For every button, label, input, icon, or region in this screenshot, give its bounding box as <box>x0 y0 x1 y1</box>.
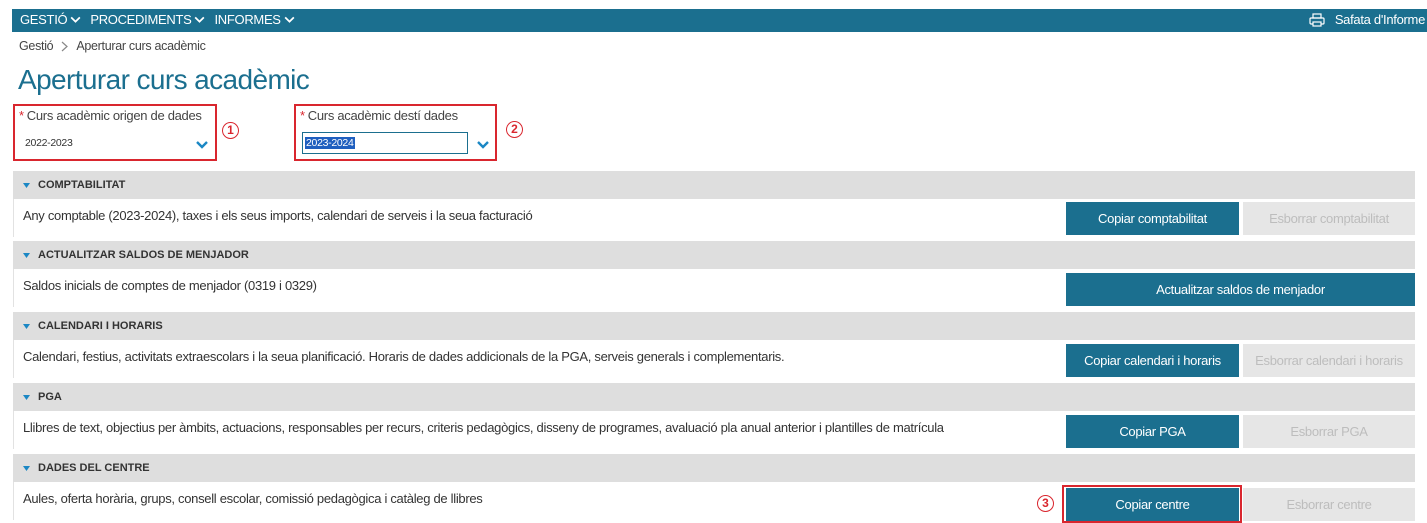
copy-centre-button[interactable]: Copiar centre <box>1066 488 1239 521</box>
menu-gestio[interactable]: GESTIÓ <box>20 12 82 27</box>
page-title: Aperturar curs acadèmic <box>18 64 310 95</box>
section-header-pga[interactable]: PGA <box>13 383 1415 411</box>
menu-procediments-label: PROCEDIMENTS <box>90 12 192 27</box>
section-title: ACTUALITZAR SALDOS DE MENJADOR <box>38 249 249 261</box>
menu-informes-label: INFORMES <box>214 12 281 27</box>
section-header-calendari-horaris[interactable]: CALENDARI I HORARIS <box>13 312 1415 340</box>
section-header-saldos-menjador[interactable]: ACTUALITZAR SALDOS DE MENJADOR <box>13 241 1415 269</box>
menu-gestio-label: GESTIÓ <box>20 12 68 27</box>
chevron-down-icon <box>70 16 81 23</box>
menu-informes[interactable]: INFORMES <box>214 12 295 27</box>
chevron-down-icon <box>195 16 205 23</box>
origin-course-label: * Curs acadèmic origen de dades <box>19 108 202 123</box>
target-course-select[interactable]: 2023-2024 <box>305 137 355 149</box>
target-course-label: * Curs acadèmic destí dades <box>300 108 458 123</box>
caret-down-icon <box>23 182 30 188</box>
breadcrumb-current: Aperturar curs acadèmic <box>76 39 206 53</box>
main-menu: GESTIÓ PROCEDIMENTS INFORMES <box>20 12 304 27</box>
section-description: Calendari, festius, activitats extraesco… <box>23 349 785 364</box>
caret-down-icon <box>23 252 30 258</box>
annotation-marker-1: 1 <box>222 122 239 139</box>
required-mark: * <box>19 108 24 123</box>
origin-course-label-text: Curs acadèmic origen de dades <box>26 108 202 123</box>
chevron-down-icon[interactable] <box>476 140 490 150</box>
breadcrumb: Gestió Aperturar curs acadèmic <box>19 39 206 53</box>
required-mark: * <box>300 108 305 123</box>
menu-procediments[interactable]: PROCEDIMENTS <box>90 12 206 27</box>
section-description: Llibres de text, objectius per àmbits, a… <box>23 420 944 435</box>
chevron-down-icon <box>284 16 295 23</box>
section-header-comptabilitat[interactable]: COMPTABILITAT <box>13 171 1415 199</box>
target-course-label-text: Curs acadèmic destí dades <box>307 108 458 123</box>
delete-pga-button[interactable]: Esborrar PGA <box>1243 415 1415 448</box>
section-title: PGA <box>38 391 62 403</box>
printer-icon <box>1309 12 1325 27</box>
section-header-dades-centre[interactable]: DADES DEL CENTRE <box>13 454 1415 482</box>
caret-down-icon <box>23 465 30 471</box>
top-nav-bar: GESTIÓ PROCEDIMENTS INFORMES Safata d'In… <box>12 9 1427 32</box>
copy-accounting-button[interactable]: Copiar comptabilitat <box>1066 202 1239 235</box>
chevron-right-icon <box>61 41 69 51</box>
section-title: COMPTABILITAT <box>38 179 126 191</box>
delete-centre-button[interactable]: Esborrar centre <box>1243 488 1415 521</box>
caret-down-icon <box>23 323 30 329</box>
section-title: CALENDARI I HORARIS <box>38 320 163 332</box>
caret-down-icon <box>23 394 30 400</box>
section-title: DADES DEL CENTRE <box>38 462 150 474</box>
breadcrumb-root[interactable]: Gestió <box>19 39 54 53</box>
section-description: Any comptable (2023-2024), taxes i els s… <box>23 208 533 223</box>
annotation-marker-3: 3 <box>1037 495 1054 512</box>
chevron-down-icon[interactable] <box>195 140 209 150</box>
copy-calendar-button[interactable]: Copiar calendari i horaris <box>1066 344 1239 377</box>
update-canteen-balances-button[interactable]: Actualitzar saldos de menjador <box>1066 273 1415 306</box>
section-description: Saldos inicials de comptes de menjador (… <box>23 278 317 293</box>
section-description: Aules, oferta horària, grups, consell es… <box>23 491 483 506</box>
target-course-field: * Curs acadèmic destí dades 2023-2024 <box>294 104 497 161</box>
report-tray-label: Safata d'Informe <box>1334 12 1425 27</box>
report-tray-link[interactable]: Safata d'Informe <box>1309 12 1425 27</box>
delete-accounting-button[interactable]: Esborrar comptabilitat <box>1243 202 1415 235</box>
annotation-marker-2: 2 <box>506 121 523 138</box>
origin-course-select[interactable]: 2022-2023 <box>25 137 73 149</box>
copy-pga-button[interactable]: Copiar PGA <box>1066 415 1239 448</box>
origin-course-field: * Curs acadèmic origen de dades 2022-2023 <box>13 104 217 161</box>
delete-calendar-button[interactable]: Esborrar calendari i horaris <box>1243 344 1415 377</box>
